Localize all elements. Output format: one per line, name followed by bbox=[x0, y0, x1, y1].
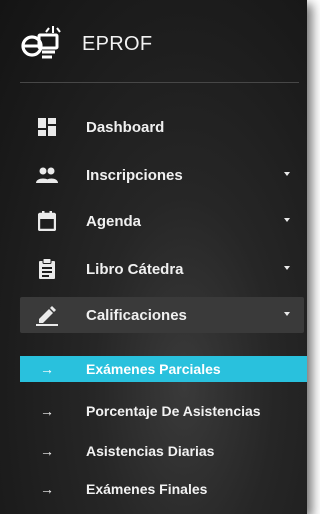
chevron-down-icon bbox=[284, 172, 290, 176]
submenu-item-asistencias-diarias[interactable]: → Asistencias Diarias bbox=[20, 438, 307, 464]
chevron-down-icon bbox=[284, 266, 290, 270]
sidebar: EPROF Dashboard Inscripciones Agenda Lib… bbox=[0, 0, 307, 514]
menu-item-label: Inscripciones bbox=[86, 166, 183, 184]
eprof-logo-icon bbox=[20, 24, 64, 64]
submenu-item-label: Exámenes Parciales bbox=[86, 361, 221, 377]
submenu-item-examenes-parciales[interactable]: → Exámenes Parciales bbox=[20, 356, 307, 382]
menu-item-calificaciones[interactable]: Calificaciones bbox=[20, 297, 304, 333]
submenu-item-label: Asistencias Diarias bbox=[86, 443, 215, 459]
chevron-down-icon bbox=[284, 312, 290, 316]
arrow-right-icon: → bbox=[40, 403, 54, 419]
menu-item-label: Dashboard bbox=[86, 118, 165, 136]
pencil-icon bbox=[36, 304, 58, 326]
menu-item-label: Calificaciones bbox=[86, 306, 187, 324]
dashboard-icon bbox=[36, 116, 58, 138]
menu-item-agenda[interactable]: Agenda bbox=[20, 203, 304, 239]
submenu-item-examenes-finales[interactable]: → Exámenes Finales bbox=[20, 476, 307, 502]
menu-item-dashboard[interactable]: Dashboard bbox=[20, 109, 304, 145]
calendar-icon bbox=[36, 210, 58, 232]
menu-item-label: Libro Cátedra bbox=[86, 260, 184, 278]
arrow-right-icon: → bbox=[40, 481, 54, 497]
submenu-item-label: Exámenes Finales bbox=[86, 481, 208, 497]
arrow-right-icon: → bbox=[40, 361, 54, 377]
people-icon bbox=[36, 164, 58, 186]
chevron-down-icon bbox=[284, 218, 290, 222]
submenu-item-porcentaje-asistencias[interactable]: → Porcentaje De Asistencias bbox=[20, 398, 307, 424]
arrow-right-icon: → bbox=[40, 443, 54, 459]
submenu-item-label: Porcentaje De Asistencias bbox=[86, 403, 261, 419]
brand-name: EPROF bbox=[82, 32, 153, 55]
menu-item-libro-catedra[interactable]: Libro Cátedra bbox=[20, 251, 304, 287]
menu-item-inscripciones[interactable]: Inscripciones bbox=[20, 157, 304, 193]
menu-item-label: Agenda bbox=[86, 212, 142, 230]
clipboard-icon bbox=[36, 258, 58, 280]
brand[interactable]: EPROF bbox=[20, 20, 152, 68]
divider bbox=[20, 82, 299, 83]
